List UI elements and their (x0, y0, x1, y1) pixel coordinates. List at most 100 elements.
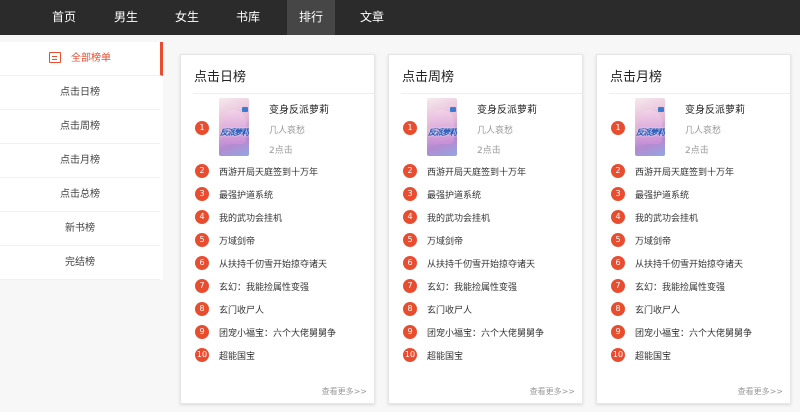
rank-badge: 2 (403, 164, 417, 178)
book-cover[interactable]: 反派萝莉 (635, 98, 665, 156)
ranking-card-weekly: 点击周榜 1 反派萝莉 变身反派萝莉 几人哀愁 2点击 2 西游开局天庭签到十万… (388, 54, 583, 404)
cover-badge (242, 107, 248, 112)
sidebar-item-daily-clicks[interactable]: 点击日榜 (0, 76, 160, 110)
divider (193, 93, 374, 94)
top-book-title[interactable]: 变身反派萝莉 (269, 101, 329, 116)
list-item[interactable]: 超能国宝 (635, 349, 671, 362)
sidebar-item-label: 全部榜单 (71, 53, 111, 64)
list-item[interactable]: 万域剑帝 (635, 234, 671, 247)
book-cover[interactable]: 反派萝莉 (427, 98, 457, 156)
sidebar-item-total-clicks[interactable]: 点击总榜 (0, 178, 160, 212)
rank-badge: 2 (611, 164, 625, 178)
rank-badge: 7 (403, 279, 417, 293)
view-more-link[interactable]: 查看更多>> (322, 386, 367, 397)
list-item[interactable]: 从扶持千仞雪开始掠夺诸天 (427, 257, 535, 270)
card-title: 点击月榜 (610, 70, 663, 85)
cover-title: 反派萝莉 (428, 128, 457, 137)
top-book-title[interactable]: 变身反派萝莉 (685, 101, 745, 116)
sidebar-item-all-rankings[interactable]: 全部榜单 (0, 42, 163, 76)
rank-badge: 5 (611, 233, 625, 247)
sidebar-item-weekly-clicks[interactable]: 点击周榜 (0, 110, 160, 144)
nav-item-male[interactable]: 男生 (102, 0, 150, 35)
rank-badge: 8 (611, 302, 625, 316)
rank-badge: 6 (403, 256, 417, 270)
list-item[interactable]: 玄门收尸人 (635, 303, 680, 316)
list-item[interactable]: 团宠小福宝：六个大佬舅舅争 (635, 326, 752, 339)
rank-badge: 6 (195, 256, 209, 270)
top-book-author: 几人哀愁 (477, 126, 514, 136)
top-book-clicks: 2点击 (477, 146, 501, 156)
list-item[interactable]: 超能国宝 (219, 349, 255, 362)
list-item[interactable]: 团宠小福宝：六个大佬舅舅争 (219, 326, 336, 339)
list-item[interactable]: 从扶持千仞雪开始掠夺诸天 (635, 257, 743, 270)
rank-badge: 9 (403, 325, 417, 339)
list-item[interactable]: 西游开局天庭签到十万年 (427, 165, 526, 178)
nav-item-library[interactable]: 书库 (224, 0, 272, 35)
top-book-author: 几人哀愁 (685, 126, 722, 136)
rank-badge: 10 (403, 348, 417, 362)
top-navigation-bar: 首页 男生 女生 书库 排行 文章 (0, 0, 800, 35)
list-item[interactable]: 我的武功会挂机 (635, 211, 698, 224)
ranking-card-daily: 点击日榜 1 反派萝莉 变身反派萝莉 几人哀愁 2点击 2 西游开局天庭签到十万… (180, 54, 375, 404)
rank-badge: 10 (611, 348, 625, 362)
list-item[interactable]: 万域剑帝 (427, 234, 463, 247)
sidebar-item-completed[interactable]: 完结榜 (0, 246, 160, 280)
rank-badge: 4 (611, 210, 625, 224)
rank-badge: 3 (195, 187, 209, 201)
rank-badge: 6 (611, 256, 625, 270)
list-item[interactable]: 玄门收尸人 (219, 303, 264, 316)
list-item[interactable]: 团宠小福宝：六个大佬舅舅争 (427, 326, 544, 339)
divider (609, 93, 790, 94)
list-item[interactable]: 最强护道系统 (635, 188, 689, 201)
list-item[interactable]: 超能国宝 (427, 349, 463, 362)
nav-item-articles[interactable]: 文章 (348, 0, 396, 35)
top-book-clicks: 2点击 (269, 146, 293, 156)
cover-badge (658, 107, 664, 112)
cover-title: 反派萝莉 (636, 128, 665, 137)
rank-badge: 8 (195, 302, 209, 316)
top-book-title[interactable]: 变身反派萝莉 (477, 101, 537, 116)
card-title: 点击日榜 (194, 70, 247, 85)
rank-badge: 10 (195, 348, 209, 362)
rank-badge: 1 (195, 121, 209, 135)
view-more-link[interactable]: 查看更多>> (738, 386, 783, 397)
rank-badge: 2 (195, 164, 209, 178)
list-item[interactable]: 玄幻：我能捡属性变强 (219, 280, 309, 293)
list-item[interactable]: 玄幻：我能捡属性变强 (427, 280, 517, 293)
sidebar-item-monthly-clicks[interactable]: 点击月榜 (0, 144, 160, 178)
list-item[interactable]: 最强护道系统 (427, 188, 481, 201)
nav-item-home[interactable]: 首页 (40, 0, 88, 35)
list-icon (49, 51, 61, 63)
rank-badge: 4 (403, 210, 417, 224)
divider (401, 93, 582, 94)
book-cover[interactable]: 反派萝莉 (219, 98, 249, 156)
list-item[interactable]: 玄门收尸人 (427, 303, 472, 316)
top-book-author: 几人哀愁 (269, 126, 306, 136)
list-item[interactable]: 万域剑帝 (219, 234, 255, 247)
list-item[interactable]: 我的武功会挂机 (219, 211, 282, 224)
list-item[interactable]: 我的武功会挂机 (427, 211, 490, 224)
sidebar-item-new-books[interactable]: 新书榜 (0, 212, 160, 246)
list-item[interactable]: 从扶持千仞雪开始掠夺诸天 (219, 257, 327, 270)
rank-badge: 5 (403, 233, 417, 247)
nav-item-ranking[interactable]: 排行 (287, 0, 335, 35)
cover-title: 反派萝莉 (220, 128, 249, 137)
rank-badge: 5 (195, 233, 209, 247)
list-item[interactable]: 玄幻：我能捡属性变强 (635, 280, 725, 293)
rank-badge: 3 (611, 187, 625, 201)
ranking-sidebar: 全部榜单 点击日榜 点击周榜 点击月榜 点击总榜 新书榜 完结榜 (0, 42, 163, 280)
list-item[interactable]: 西游开局天庭签到十万年 (219, 165, 318, 178)
rank-badge: 9 (611, 325, 625, 339)
rank-badge: 4 (195, 210, 209, 224)
rank-badge: 8 (403, 302, 417, 316)
top-book-clicks: 2点击 (685, 146, 709, 156)
card-title: 点击周榜 (402, 70, 455, 85)
view-more-link[interactable]: 查看更多>> (530, 386, 575, 397)
rank-badge: 7 (195, 279, 209, 293)
ranking-card-monthly: 点击月榜 1 反派萝莉 变身反派萝莉 几人哀愁 2点击 2 西游开局天庭签到十万… (596, 54, 791, 404)
list-item[interactable]: 西游开局天庭签到十万年 (635, 165, 734, 178)
list-item[interactable]: 最强护道系统 (219, 188, 273, 201)
nav-item-female[interactable]: 女生 (163, 0, 211, 35)
rank-badge: 7 (611, 279, 625, 293)
rank-badge: 1 (611, 121, 625, 135)
